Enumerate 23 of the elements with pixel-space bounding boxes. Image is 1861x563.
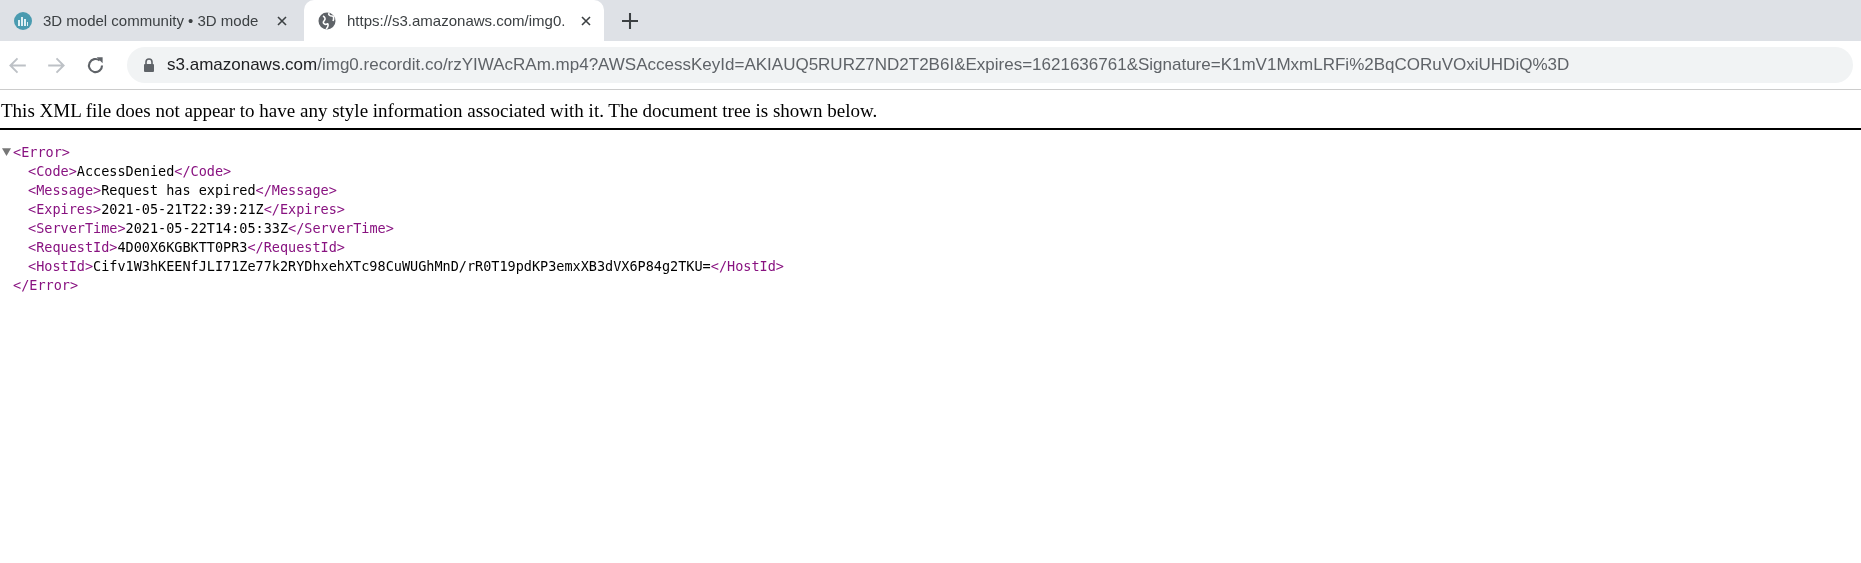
- tab-title: 3D model community • 3D mode: [43, 12, 260, 29]
- url-text: s3.amazonaws.com/img0.recordit.co/rzYIWAcRAm.mp4?AWSAccessKeyId=AKIAUQ5RURZ7ND2T2B6I&Expires=1621636761&Signature=K1mV1MxmLRFi%2BqCORuVOxiUHDiQ%3D: [167, 55, 1570, 75]
- tab-title: https://s3.amazonaws.com/img0.: [347, 12, 567, 29]
- address-bar[interactable]: s3.amazonaws.com/img0.recordit.co/rzYIWAcRAm.mp4?AWSAccessKeyId=AKIAUQ5RURZ7ND2T2B6I&Expires=1621636761&Signature=K1mV1MxmLRFi%2BqCORuVOxiUHDiQ%3D: [127, 47, 1853, 83]
- browser-tab[interactable]: 3D model community • 3D mode: [0, 0, 300, 41]
- reload-icon[interactable]: [86, 55, 105, 75]
- close-icon[interactable]: [580, 14, 592, 27]
- xml-line: <Code>AccessDenied</Code>: [28, 162, 232, 179]
- xml-line: <RequestId>4D00X6KGBKTT0PR3</RequestId>: [28, 238, 345, 255]
- xml-line: <Error>: [13, 143, 70, 160]
- collapse-icon[interactable]: [2, 147, 11, 156]
- close-icon[interactable]: [276, 14, 288, 27]
- xml-line: <HostId>Cifv1W3hKEENfJLI71Ze77k2RYDhxehXTc98CuWUGhMnD/rR0T19pdKP3emxXB3dVX6P84g2TKU=</HostId>: [28, 257, 784, 274]
- new-tab-icon[interactable]: [622, 13, 638, 29]
- xml-line: <ServerTime>2021-05-22T14:05:33Z</ServerTime>: [28, 219, 394, 236]
- xml-line: <Message>Request has expired</Message>: [28, 181, 337, 198]
- notice-text: This XML file does not appear to have any style information associated with it. The document tree is shown below.: [0, 90, 1861, 130]
- lock-icon: [143, 58, 155, 72]
- browser-tab[interactable]: https://s3.amazonaws.com/img0.: [304, 0, 604, 41]
- xml-line: <Expires>2021-05-21T22:39:21Z</Expires>: [28, 200, 345, 217]
- site-logo-icon: [13, 10, 33, 31]
- globe-icon: [317, 10, 337, 31]
- xml-line: </Error>: [13, 276, 79, 293]
